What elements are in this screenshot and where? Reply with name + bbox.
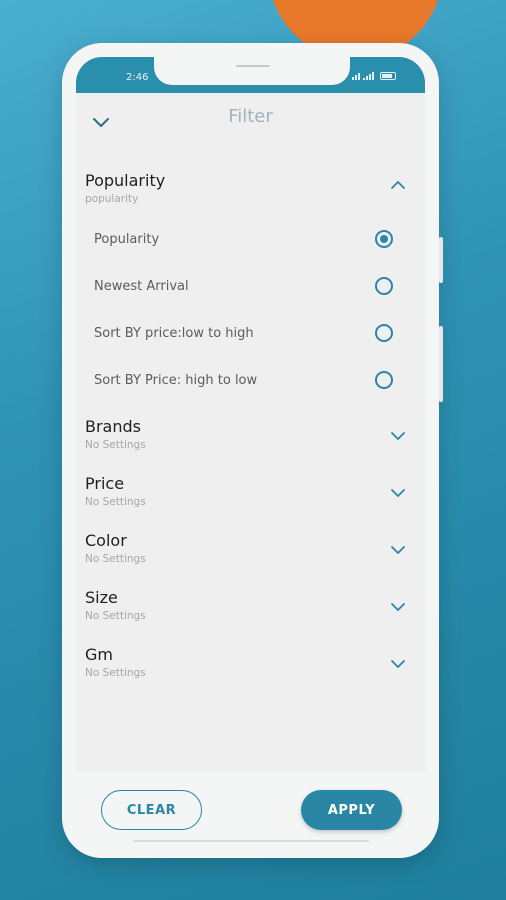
camera-notch (154, 57, 350, 85)
radio-button-selected[interactable] (375, 230, 393, 248)
action-bar: CLEAR APPLY (62, 771, 439, 843)
filter-section-gm[interactable]: Gm No Settings (85, 645, 415, 679)
option-label: Popularity (94, 232, 160, 247)
signal-icon (363, 72, 374, 80)
radio-button[interactable] (375, 371, 393, 389)
wifi-icon (352, 73, 360, 80)
filter-section-color[interactable]: Color No Settings (85, 531, 415, 565)
option-label: Sort BY price:low to high (94, 326, 254, 341)
section-subtitle: No Settings (85, 667, 146, 679)
phone-frame: 2:46 Filter Popularity popularity Popula… (62, 43, 443, 858)
section-title: Popularity (85, 171, 166, 190)
filter-section-size[interactable]: Size No Settings (85, 588, 415, 622)
section-subtitle: No Settings (85, 439, 146, 451)
option-label: Sort BY Price: high to low (94, 373, 258, 388)
speaker-grille (236, 65, 270, 67)
status-bar: 2:46 (76, 57, 425, 93)
home-indicator[interactable] (133, 840, 369, 842)
section-subtitle: No Settings (85, 553, 146, 565)
chevron-down-icon[interactable] (389, 658, 407, 670)
option-label: Newest Arrival (94, 279, 189, 294)
sort-option-price-low-high[interactable]: Sort BY price:low to high (94, 322, 407, 346)
sort-option-newest[interactable]: Newest Arrival (94, 275, 407, 299)
phone-screen: 2:46 Filter Popularity popularity Popula… (76, 57, 425, 771)
section-subtitle: No Settings (85, 496, 146, 508)
section-title: Color (85, 531, 127, 550)
chevron-down-icon[interactable] (389, 430, 407, 442)
chevron-down-icon[interactable] (389, 544, 407, 556)
phone-side-button (439, 326, 443, 402)
filter-section-price[interactable]: Price No Settings (85, 474, 415, 508)
section-title: Brands (85, 417, 141, 436)
page-title: Filter (228, 106, 273, 127)
top-bar: Filter (76, 93, 425, 143)
chevron-down-icon[interactable] (389, 601, 407, 613)
battery-icon (380, 72, 396, 80)
filter-section-brands[interactable]: Brands No Settings (85, 417, 415, 451)
section-title: Size (85, 588, 118, 607)
filter-screen: Filter Popularity popularity Popularity … (76, 93, 425, 771)
section-title: Price (85, 474, 125, 493)
status-time: 2:46 (126, 72, 149, 83)
radio-button[interactable] (375, 324, 393, 342)
section-title: Gm (85, 645, 113, 664)
section-subtitle: No Settings (85, 610, 146, 622)
chevron-up-icon[interactable] (389, 179, 407, 191)
chevron-down-icon[interactable] (389, 487, 407, 499)
sort-option-price-high-low[interactable]: Sort BY Price: high to low (94, 369, 407, 393)
phone-side-button (439, 237, 443, 283)
sort-option-popularity[interactable]: Popularity (94, 228, 407, 252)
clear-button[interactable]: CLEAR (101, 790, 202, 830)
section-subtitle: popularity (85, 193, 139, 205)
filter-section-popularity[interactable]: Popularity popularity (85, 171, 415, 205)
system-icons (352, 72, 396, 80)
apply-button[interactable]: APPLY (301, 790, 402, 830)
radio-button[interactable] (375, 277, 393, 295)
